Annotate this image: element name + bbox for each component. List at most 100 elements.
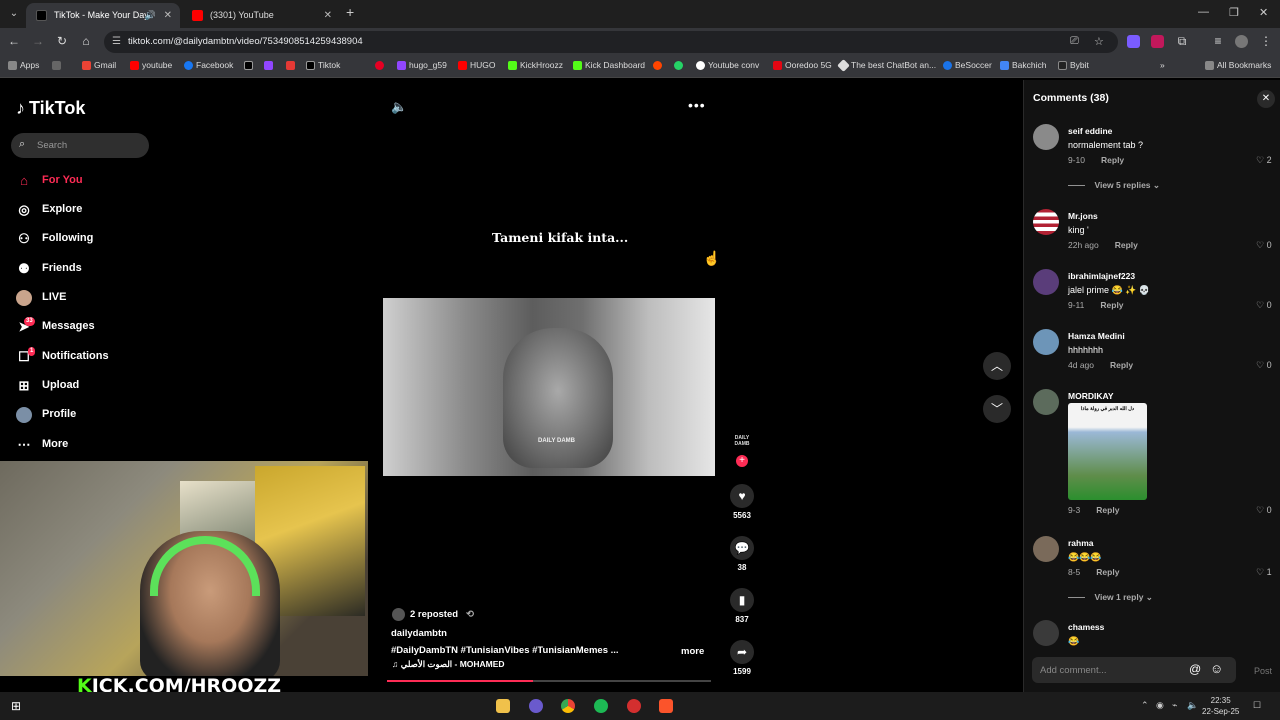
bookmark-facebook[interactable]: Facebook [184, 60, 233, 70]
bookmarks-overflow-icon[interactable]: » [1160, 60, 1165, 70]
app-icon[interactable] [627, 699, 641, 713]
tray-app-icon[interactable]: ◉ [1156, 700, 1164, 711]
bookmark-hugo-yt[interactable]: HUGO [458, 60, 496, 70]
new-tab-button[interactable]: + [346, 4, 354, 20]
repost-info[interactable]: 2 reposted ⟲ [392, 608, 474, 621]
brave-icon[interactable] [659, 699, 673, 713]
creator-avatar[interactable]: DAILY DAMB [732, 435, 752, 455]
chrome-icon[interactable] [561, 699, 575, 713]
like-button[interactable]: ♥ 5563 [730, 484, 754, 520]
avatar[interactable] [1033, 124, 1059, 150]
reload-icon[interactable]: ↻ [54, 34, 70, 48]
reply-button[interactable]: Reply [1100, 300, 1123, 310]
comment-like[interactable]: ♡ 0 [1256, 505, 1272, 516]
bookmark-youtube-conv[interactable]: Youtube conv [696, 60, 759, 70]
app-icon[interactable] [529, 699, 543, 713]
comment-like[interactable]: ♡ 0 [1256, 240, 1272, 251]
install-icon[interactable]: ⎚ [1070, 35, 1079, 48]
windows-start-icon[interactable]: ⊞ [9, 699, 23, 713]
address-bar[interactable]: ☰ tiktok.com/@dailydambtn/video/75349085… [104, 31, 1118, 53]
follow-plus-icon[interactable]: + [736, 455, 748, 467]
close-tab-icon[interactable]: ✕ [164, 3, 172, 28]
search-input[interactable]: ⌕ Search [11, 133, 149, 158]
bookmark-bybit[interactable]: Bybit [1058, 60, 1089, 70]
close-tab-icon[interactable]: ✕ [324, 3, 332, 28]
avatar[interactable] [1033, 620, 1059, 646]
emoji-icon[interactable]: ☺ [1210, 661, 1223, 676]
bookmark-bakchich[interactable]: Bakchich [1000, 60, 1047, 70]
speaker-icon[interactable]: 🔊 [145, 3, 156, 28]
back-icon[interactable]: ← [6, 34, 22, 48]
view-replies-button[interactable]: —— View 5 replies ⌄ [1068, 180, 1160, 191]
video-hashtags[interactable]: #DailyDambTN #TunisianVibes #TunisianMem… [391, 645, 619, 656]
post-button[interactable]: Post [1254, 666, 1272, 676]
more-options-icon[interactable]: ••• [688, 97, 706, 113]
extensions-puzzle-icon[interactable]: ⧉ [1174, 34, 1190, 49]
bookmark-besoccer[interactable]: BeSoccer [943, 60, 992, 70]
clock[interactable]: 22:35 22-Sep-25 [1202, 695, 1239, 717]
bookmark-kickhroozz[interactable]: KickHroozz [508, 60, 563, 70]
reply-button[interactable]: Reply [1101, 155, 1124, 165]
video-player[interactable]: DAILY DAMB [383, 298, 715, 476]
tab-tiktok[interactable]: TikTok - Make Your Day 🔊 ✕ [26, 3, 180, 28]
file-explorer-icon[interactable] [496, 699, 510, 713]
comment-user[interactable]: seif eddine [1068, 126, 1112, 136]
volume-tray-icon[interactable]: 🔈 [1187, 700, 1198, 711]
comment-user[interactable]: MORDIKAY [1068, 391, 1114, 401]
view-replies-button[interactable]: —— View 1 reply ⌄ [1068, 592, 1153, 603]
spotify-icon[interactable] [594, 699, 608, 713]
forward-icon[interactable]: → [30, 34, 46, 48]
comment-like[interactable]: ♡ 2 [1256, 155, 1272, 166]
reading-list-icon[interactable]: ≡ [1210, 34, 1226, 48]
comment-like[interactable]: ♡ 0 [1256, 360, 1272, 371]
profile-avatar-icon[interactable] [1235, 35, 1248, 48]
comment-user[interactable]: ibrahimlajnef223 [1068, 271, 1135, 281]
next-video-button[interactable]: ﹀ [983, 395, 1011, 423]
extension-icon[interactable] [1151, 35, 1164, 48]
reply-button[interactable]: Reply [1096, 505, 1119, 515]
tab-search-icon[interactable]: ⌄ [6, 6, 22, 22]
close-comments-icon[interactable]: ✕ [1257, 90, 1275, 108]
bookmark-gmail[interactable]: Gmail [82, 60, 116, 70]
tiktok-logo[interactable]: ♪ TikTok [16, 98, 85, 119]
bookmark-chatbot[interactable]: The best ChatBot an... [837, 59, 936, 72]
comment-like[interactable]: ♡ 1 [1256, 567, 1272, 578]
video-author[interactable]: dailydambtn [391, 628, 447, 639]
comment-user[interactable]: Hamza Medini [1068, 331, 1125, 341]
avatar[interactable] [1033, 329, 1059, 355]
extension-icon[interactable] [1127, 35, 1140, 48]
bookmark-youtube[interactable]: youtube [130, 60, 172, 70]
add-comment-input[interactable]: Add comment... @ ☺ [1032, 657, 1236, 683]
bookmark-kick-dashboard[interactable]: Kick Dashboard [573, 60, 645, 70]
restore-icon[interactable]: ❐ [1229, 6, 1239, 19]
bookmark-hugo[interactable]: hugo_g59 [397, 60, 447, 70]
comment-user[interactable]: chamess [1068, 622, 1104, 632]
home-icon[interactable]: ⌂ [78, 34, 94, 48]
video-progress-bar[interactable] [387, 680, 711, 682]
bookmark-ooredoo[interactable]: Ooredoo 5G [773, 60, 832, 70]
share-button[interactable]: ➦ 1599 [730, 640, 754, 676]
comment-sticker-image[interactable]: دل الله الدبر في رولة ماذا [1068, 403, 1147, 500]
bookmark-star-icon[interactable]: ☆ [1094, 35, 1104, 48]
close-window-icon[interactable]: ✕ [1259, 6, 1268, 19]
minimize-icon[interactable]: — [1198, 6, 1209, 18]
all-bookmarks[interactable]: All Bookmarks [1205, 60, 1271, 70]
avatar[interactable] [1033, 269, 1059, 295]
previous-video-button[interactable]: ︿ [983, 352, 1011, 380]
menu-kebab-icon[interactable]: ⋮ [1258, 34, 1274, 48]
site-info-icon[interactable]: ☰ [112, 36, 121, 47]
save-button[interactable]: ▮ 837 [730, 588, 754, 624]
tray-overflow-icon[interactable]: ⌃ [1141, 700, 1149, 711]
notification-center-icon[interactable]: ☐ [1253, 700, 1261, 711]
reply-button[interactable]: Reply [1115, 240, 1138, 250]
network-icon[interactable]: ⌁ [1172, 700, 1177, 711]
avatar[interactable] [1033, 209, 1059, 235]
comment-like[interactable]: ♡ 0 [1256, 300, 1272, 311]
tab-youtube[interactable]: (3301) YouTube ✕ [182, 3, 340, 28]
avatar[interactable] [1033, 536, 1059, 562]
comment-user[interactable]: Mr.jons [1068, 211, 1098, 221]
mention-icon[interactable]: @ [1189, 662, 1201, 676]
bookmark-apps[interactable]: Apps [8, 60, 39, 70]
comment-button[interactable]: 💬 38 [730, 536, 754, 572]
comment-user[interactable]: rahma [1068, 538, 1094, 548]
